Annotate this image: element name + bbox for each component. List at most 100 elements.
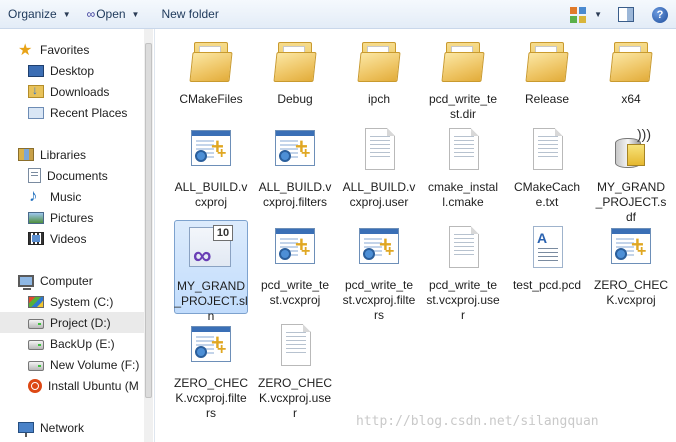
generic-file-icon bbox=[523, 126, 571, 174]
nav-item-label: Recent Places bbox=[50, 105, 128, 120]
file-name: x64 bbox=[621, 92, 641, 106]
pcd-file-icon: A bbox=[523, 224, 571, 272]
file-item[interactable]: Release bbox=[510, 34, 584, 128]
chevron-down-icon: ▼ bbox=[62, 9, 71, 19]
open-label: Open bbox=[96, 7, 126, 21]
file-name: ALL_BUILD.vcxproj.user bbox=[342, 180, 416, 209]
folder-icon bbox=[355, 38, 403, 86]
visual-studio-solution-icon: 10 ∞ bbox=[187, 225, 235, 273]
music-icon bbox=[28, 186, 44, 206]
nav-item-label: System (C:) bbox=[50, 294, 114, 309]
nav-item-music[interactable]: Music bbox=[0, 186, 144, 207]
computer-icon bbox=[18, 274, 34, 290]
vs-version-badge: 10 bbox=[213, 225, 233, 241]
folder-icon bbox=[271, 38, 319, 86]
generic-file-icon bbox=[355, 126, 403, 174]
file-item[interactable]: Debug bbox=[258, 34, 332, 128]
nav-item-system-c[interactable]: System (C:) bbox=[0, 291, 144, 312]
nav-item-label: Downloads bbox=[50, 84, 110, 99]
vcxproj-file-icon: + + bbox=[355, 224, 403, 272]
file-item[interactable]: 10 ∞ MY_GRAND_PROJECT.sln bbox=[174, 220, 248, 323]
nav-item-install-ubuntu-m[interactable]: Install Ubuntu (M bbox=[0, 375, 144, 396]
help-icon[interactable]: ? bbox=[652, 6, 668, 23]
file-item[interactable]: + + pcd_write_test.vcxproj bbox=[258, 220, 332, 314]
file-item[interactable]: + + ZERO_CHECK.vcxproj bbox=[594, 220, 668, 314]
nav-item-label: Libraries bbox=[40, 147, 87, 162]
nav-item-label: Computer bbox=[40, 273, 93, 288]
file-item[interactable]: ))) MY_GRAND_PROJECT.sdf bbox=[594, 122, 668, 224]
nav-item-desktop[interactable]: Desktop bbox=[0, 60, 144, 81]
open-with-icon: ∞ bbox=[86, 7, 95, 21]
nav-item-network[interactable]: Network bbox=[0, 417, 144, 438]
vcxproj-file-icon: + + bbox=[607, 224, 655, 272]
new-folder-button[interactable]: New folder bbox=[153, 0, 226, 29]
file-item[interactable]: + + pcd_write_test.vcxproj.filters bbox=[342, 220, 416, 322]
recent-places-icon bbox=[28, 106, 44, 119]
nav-item-label: Project (D:) bbox=[50, 315, 111, 330]
nav-item-label: Network bbox=[40, 420, 85, 435]
file-name: ZERO_CHECK.vcxproj.user bbox=[258, 376, 333, 420]
file-list: http://blog.csdn.net/silangquan CMakeFil… bbox=[156, 29, 676, 442]
vcxproj-file-icon: + + bbox=[187, 322, 235, 370]
nav-item-favorites[interactable]: Favorites bbox=[0, 39, 144, 60]
file-item[interactable]: ALL_BUILD.vcxproj.user bbox=[342, 122, 416, 216]
nav-scrollbar[interactable] bbox=[144, 29, 153, 442]
file-name: ZERO_CHECK.vcxproj.filters bbox=[174, 376, 249, 420]
star-icon bbox=[18, 40, 34, 60]
change-view-icon[interactable] bbox=[570, 6, 587, 23]
view-options-chevron-icon[interactable]: ▼ bbox=[594, 10, 602, 19]
drive-icon bbox=[28, 318, 44, 329]
nav-item-documents[interactable]: Documents bbox=[0, 165, 144, 186]
nav-item-videos[interactable]: Videos bbox=[0, 228, 144, 249]
file-item[interactable]: pcd_write_test.vcxproj.user bbox=[426, 220, 500, 322]
nav-scrollbar-thumb[interactable] bbox=[145, 43, 152, 398]
file-name: test_pcd.pcd bbox=[512, 278, 582, 292]
nav-item-downloads[interactable]: Downloads bbox=[0, 81, 144, 102]
libraries-icon bbox=[18, 148, 34, 161]
file-name: ipch bbox=[367, 92, 390, 106]
file-name: Debug bbox=[277, 92, 313, 106]
file-name: ALL_BUILD.vcxproj bbox=[174, 180, 248, 209]
watermark-text: http://blog.csdn.net/silangquan bbox=[356, 414, 599, 429]
drive-icon bbox=[28, 360, 44, 371]
file-item[interactable]: ipch bbox=[342, 34, 416, 128]
file-item[interactable]: pcd_write_test.dir bbox=[426, 34, 500, 128]
nav-item-pictures[interactable]: Pictures bbox=[0, 207, 144, 228]
file-name: pcd_write_test.dir bbox=[428, 92, 498, 121]
file-item[interactable]: CMakeFiles bbox=[174, 34, 248, 128]
file-item[interactable]: + + ALL_BUILD.vcxproj.filters bbox=[258, 122, 332, 216]
file-item[interactable]: + + ZERO_CHECK.vcxproj.filters bbox=[174, 318, 248, 420]
ubuntu-icon bbox=[28, 378, 42, 393]
nav-item-new-volume-f[interactable]: New Volume (F:) bbox=[0, 354, 144, 375]
file-item[interactable]: ZERO_CHECK.vcxproj.user bbox=[258, 318, 332, 420]
nav-item-label: Pictures bbox=[50, 210, 94, 225]
nav-item-project-d[interactable]: Project (D:) bbox=[0, 312, 144, 333]
network-icon bbox=[18, 422, 34, 437]
open-button[interactable]: ∞ Open ▼ bbox=[79, 0, 148, 29]
organize-label: Organize bbox=[8, 7, 57, 21]
file-item[interactable]: x64 bbox=[594, 34, 668, 128]
vcxproj-file-icon: + + bbox=[187, 126, 235, 174]
chevron-down-icon: ▼ bbox=[131, 9, 140, 19]
nav-item-libraries[interactable]: Libraries bbox=[0, 144, 144, 165]
file-name: pcd_write_test.vcxproj bbox=[260, 278, 330, 307]
nav-item-label: New Volume (F:) bbox=[50, 357, 140, 372]
sql-database-icon: ))) bbox=[607, 126, 655, 174]
nav-item-label: Music bbox=[50, 189, 82, 204]
file-item[interactable]: cmake_install.cmake bbox=[426, 122, 500, 216]
command-toolbar: Organize ▼ ∞ Open ▼ New folder ▼ ? bbox=[0, 0, 676, 29]
nav-item-backup-e[interactable]: BackUp (E:) bbox=[0, 333, 144, 354]
organize-button[interactable]: Organize ▼ bbox=[0, 0, 79, 29]
nav-item-label: Documents bbox=[47, 168, 108, 183]
nav-item-computer[interactable]: Computer bbox=[0, 270, 144, 291]
new-folder-label: New folder bbox=[161, 7, 219, 21]
nav-item-recent-places[interactable]: Recent Places bbox=[0, 102, 144, 123]
navigation-pane: Favorites Desktop Downloads Recent Places Li… bbox=[0, 29, 155, 442]
file-name: cmake_install.cmake bbox=[427, 180, 499, 209]
file-item[interactable]: CMakeCache.txt bbox=[510, 122, 584, 216]
preview-pane-icon[interactable] bbox=[618, 7, 634, 22]
file-item[interactable]: Atest_pcd.pcd bbox=[510, 220, 584, 314]
folder-icon bbox=[187, 38, 235, 86]
file-item[interactable]: + + ALL_BUILD.vcxproj bbox=[174, 122, 248, 216]
generic-file-icon bbox=[439, 126, 487, 174]
